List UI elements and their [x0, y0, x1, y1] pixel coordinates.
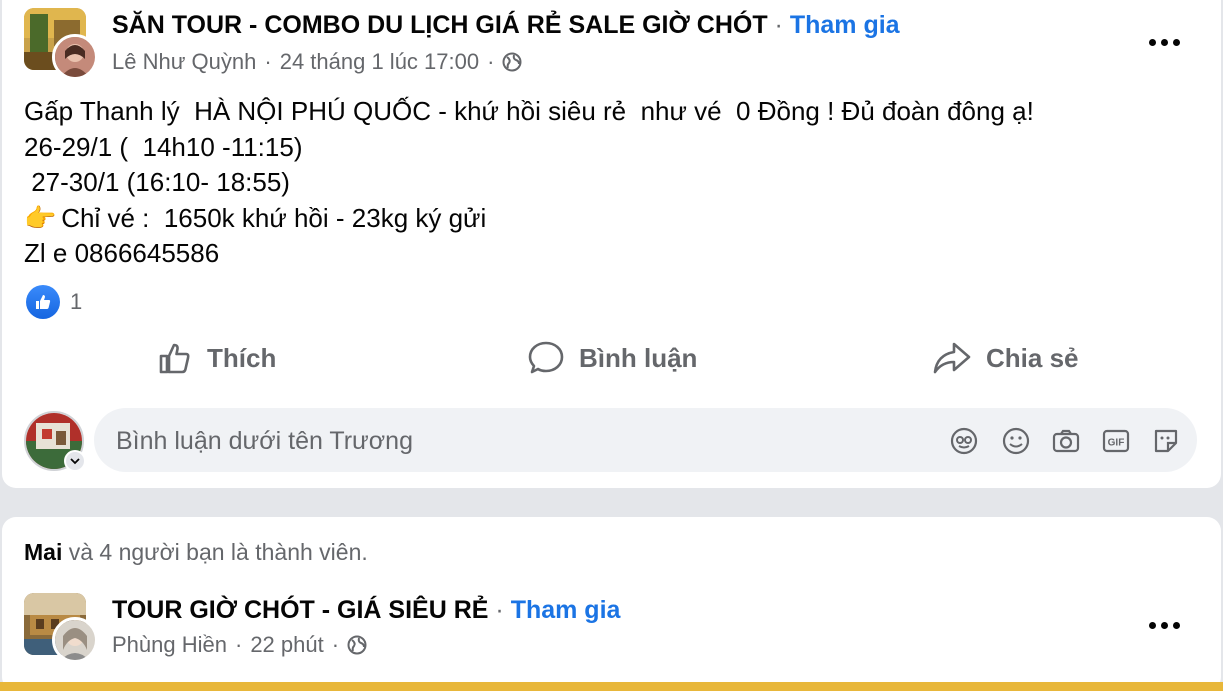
group-name-line: TOUR GIỜ CHÓT - GIÁ SIÊU RẺ · Tham gia — [112, 596, 620, 625]
friends-members-text: và 4 người bạn là thành viên. — [62, 539, 368, 565]
share-label: Chia sẻ — [986, 342, 1079, 373]
pointing-hand-emoji: 👉 — [24, 202, 57, 233]
separator: · — [495, 596, 504, 624]
emoji-icon[interactable] — [1001, 426, 1031, 456]
profile-switch-button[interactable] — [64, 450, 86, 472]
join-group-link[interactable]: Tham gia — [790, 11, 900, 39]
comment-button[interactable]: Bình luận — [527, 333, 697, 383]
friends-members-line: Mai và 4 người bạn là thành viên. — [24, 539, 368, 566]
gif-icon[interactable]: GIF — [1101, 426, 1131, 456]
group-name[interactable]: TOUR GIỜ CHÓT - GIÁ SIÊU RẺ — [112, 596, 488, 624]
more-icon — [1148, 621, 1156, 629]
author-avatar[interactable] — [52, 617, 98, 663]
post-card-2: Mai và 4 người bạn là thành viên. TOUR G… — [2, 517, 1221, 691]
meta-separator: · — [234, 632, 243, 657]
sticker-icon[interactable] — [1151, 426, 1181, 456]
comment-input[interactable] — [114, 408, 898, 474]
post-meta: Phùng Hiền · 22 phút · — [112, 632, 367, 658]
share-button[interactable]: Chia sẻ — [932, 333, 1079, 383]
join-group-link[interactable]: Tham gia — [511, 596, 621, 624]
more-dot — [1160, 621, 1168, 629]
banner-strip — [0, 682, 1223, 691]
comment-icon — [528, 341, 564, 374]
post-timestamp[interactable]: 22 phút — [250, 632, 323, 658]
more-options-button[interactable] — [1144, 30, 1184, 54]
like-label: Thích — [207, 342, 277, 373]
post-line-with-emoji: 👉 Chỉ vé : 1650k khứ hồi - 23kg ký gửi — [24, 201, 1034, 237]
post-line: Zl e 0866645586 — [24, 238, 220, 268]
reaction-count: 1 — [70, 289, 83, 314]
post-timestamp[interactable]: 24 tháng 1 lúc 17:00 — [280, 49, 479, 75]
author-avatar[interactable] — [52, 34, 98, 80]
post-meta: Lê Như Quỳnh · 24 tháng 1 lúc 17:00 · — [112, 49, 522, 75]
like-button[interactable]: Thích — [157, 333, 276, 383]
more-icon — [1148, 38, 1156, 46]
post-line: 27-30/1 (16:10- 18:55) — [24, 167, 290, 197]
like-icon — [159, 343, 190, 374]
friend-name[interactable]: Mai — [24, 539, 62, 565]
comment-box: GIF — [94, 408, 1197, 474]
svg-text:GIF: GIF — [1108, 438, 1125, 449]
author-name[interactable]: Lê Như Quỳnh — [112, 49, 256, 75]
post-line: Gấp Thanh lý HÀ NỘI PHÚ QUỐC - khứ hồi s… — [24, 96, 1034, 126]
post-text: Gấp Thanh lý HÀ NỘI PHÚ QUỐC - khứ hồi s… — [24, 94, 1034, 272]
post-card-1: SĂN TOUR - COMBO DU LỊCH GIÁ RẺ SALE GIỜ… — [2, 0, 1221, 488]
share-icon — [933, 342, 971, 374]
globe-icon — [502, 52, 522, 72]
group-name-line: SĂN TOUR - COMBO DU LỊCH GIÁ RẺ SALE GIỜ… — [112, 11, 900, 40]
camera-icon[interactable] — [1051, 426, 1081, 456]
more-dot — [1172, 621, 1180, 629]
chevron-down-icon — [70, 458, 80, 465]
separator: · — [774, 11, 783, 39]
avatar-icon[interactable] — [949, 426, 979, 456]
reaction-summary[interactable]: 1 — [26, 285, 82, 319]
globe-icon — [347, 635, 367, 655]
meta-separator: · — [331, 632, 340, 657]
more-options-button[interactable] — [1144, 613, 1184, 637]
more-dot — [1172, 38, 1180, 46]
comment-label: Bình luận — [579, 342, 698, 373]
like-reaction-icon — [26, 285, 60, 319]
author-name[interactable]: Phùng Hiền — [112, 632, 227, 658]
group-name[interactable]: SĂN TOUR - COMBO DU LỊCH GIÁ RẺ SALE GIỜ… — [112, 11, 768, 39]
post-line: Chỉ vé : 1650k khứ hồi - 23kg ký gửi — [54, 202, 487, 233]
more-dot — [1160, 38, 1168, 46]
meta-separator: · — [487, 49, 495, 74]
post-line: 26-29/1 ( 14h10 -11:15) — [24, 131, 303, 162]
meta-separator: · — [264, 49, 272, 74]
